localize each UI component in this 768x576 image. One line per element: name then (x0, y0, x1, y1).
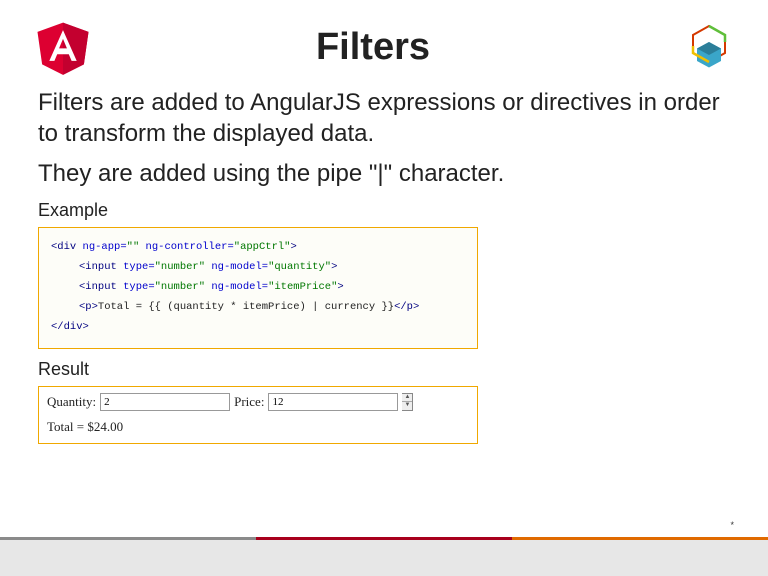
paragraph-2: They are added using the pipe "|" charac… (38, 159, 730, 190)
chevron-down-icon: ▼ (402, 402, 412, 410)
total-text: Total = $24.00 (47, 419, 469, 435)
price-stepper[interactable]: ▲▼ (402, 393, 413, 411)
quantity-input[interactable] (100, 393, 230, 411)
code-example: <div ng-app="" ng-controller="appCtrl"> … (38, 227, 478, 349)
quantity-label: Quantity: (47, 394, 96, 410)
paragraph-1: Filters are added to AngularJS expressio… (38, 88, 730, 149)
slide-body: Filters are added to AngularJS expressio… (0, 80, 768, 444)
price-input[interactable] (268, 393, 398, 411)
example-label: Example (38, 200, 730, 221)
result-inputs-row: Quantity: Price: ▲▼ (47, 393, 469, 411)
footnote-marker: * (730, 520, 734, 530)
slide-title: Filters (62, 26, 684, 69)
slide-header: Filters (0, 0, 768, 80)
result-label: Result (38, 359, 730, 380)
chevron-up-icon: ▲ (402, 394, 412, 403)
footer-strip (0, 540, 768, 576)
result-box: Quantity: Price: ▲▼ Total = $24.00 (38, 386, 478, 444)
cube-icon (684, 22, 734, 72)
price-label: Price: (234, 394, 264, 410)
